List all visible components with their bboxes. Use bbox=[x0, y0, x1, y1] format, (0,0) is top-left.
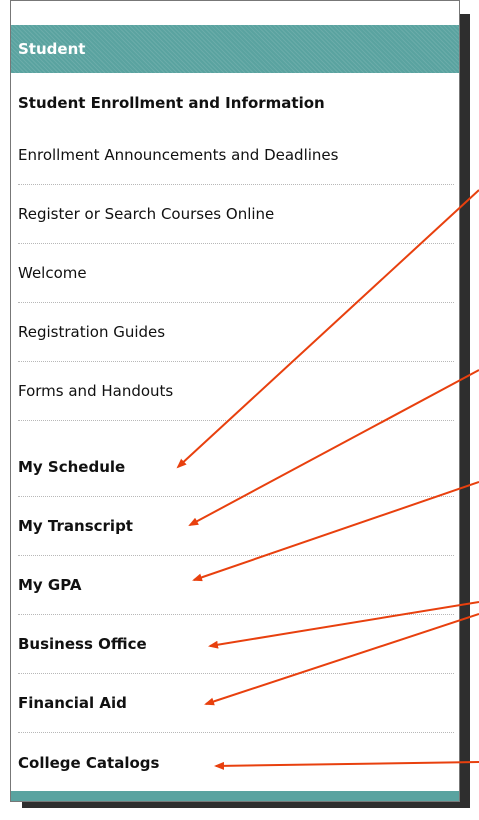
menu-item-label: Business Office bbox=[18, 635, 147, 653]
menu-item-registration-guides[interactable]: Registration Guides bbox=[18, 303, 454, 362]
menu-item-my-schedule[interactable]: My Schedule bbox=[18, 438, 454, 497]
menu-item-label: Financial Aid bbox=[18, 694, 127, 712]
panel-header: Student bbox=[11, 25, 459, 73]
menu-item-label: Welcome bbox=[18, 264, 87, 282]
menu-item-label: My GPA bbox=[18, 576, 82, 594]
menu-item-welcome[interactable]: Welcome bbox=[18, 244, 454, 303]
menu-item-label: My Transcript bbox=[18, 517, 133, 535]
menu-item-my-transcript[interactable]: My Transcript bbox=[18, 497, 454, 556]
menu-item-financial-aid[interactable]: Financial Aid bbox=[18, 674, 454, 733]
section-title-label: Student Enrollment and Information bbox=[18, 94, 325, 112]
menu-item-label: Register or Search Courses Online bbox=[18, 205, 275, 223]
menu-item-register-search-courses[interactable]: Register or Search Courses Online bbox=[18, 185, 454, 244]
panel-footer bbox=[11, 791, 459, 801]
menu-item-label: Enrollment Announcements and Deadlines bbox=[18, 146, 339, 164]
section-title: Student Enrollment and Information bbox=[18, 85, 454, 121]
menu-item-label: Forms and Handouts bbox=[18, 382, 174, 400]
menu-item-forms-handouts[interactable]: Forms and Handouts bbox=[18, 362, 454, 421]
menu-item-enrollment-announcements[interactable]: Enrollment Announcements and Deadlines bbox=[18, 126, 454, 185]
menu-item-my-gpa[interactable]: My GPA bbox=[18, 556, 454, 615]
menu-item-label: Registration Guides bbox=[18, 323, 166, 341]
menu-item-label: College Catalogs bbox=[18, 753, 160, 772]
menu-item-label: My Schedule bbox=[18, 458, 126, 476]
menu-item-college-catalogs[interactable]: College Catalogs bbox=[18, 733, 454, 792]
menu-item-business-office[interactable]: Business Office bbox=[18, 615, 454, 674]
student-menu-panel: Student Student Enrollment and Informati… bbox=[10, 0, 460, 802]
panel-header-label: Student bbox=[18, 40, 86, 58]
